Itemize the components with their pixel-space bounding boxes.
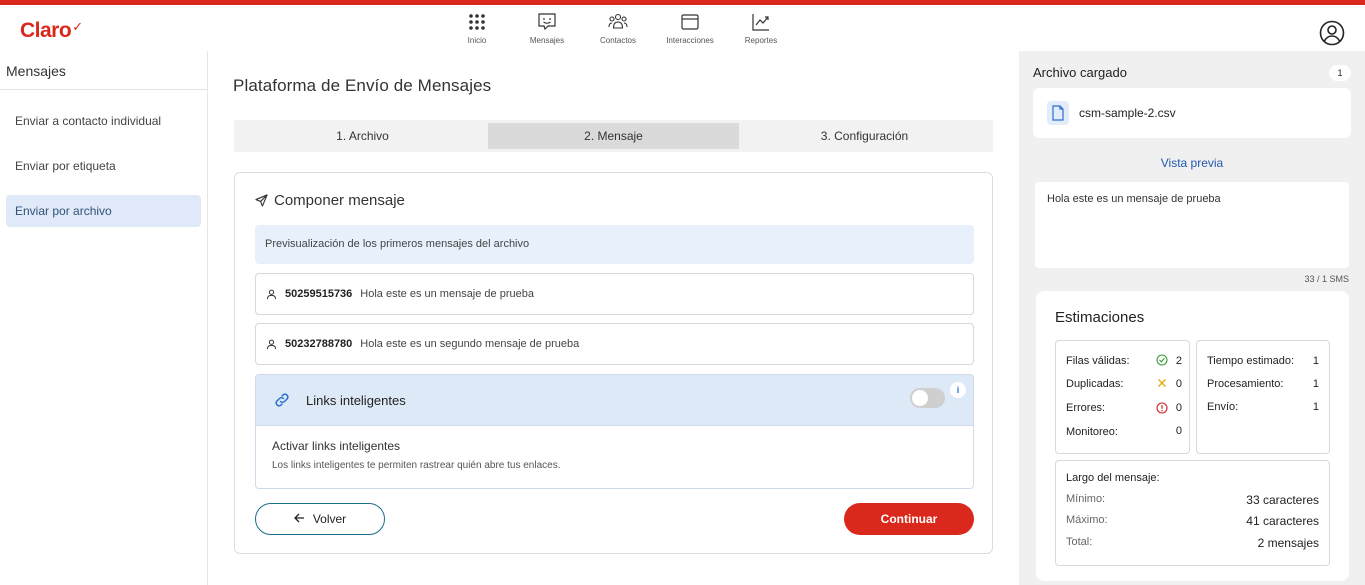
user-avatar-icon[interactable] [1319, 20, 1345, 46]
back-button[interactable]: Volver [255, 503, 385, 535]
link-icon [275, 393, 289, 407]
length-value: 41 caracteres [1246, 514, 1319, 528]
back-button-label: Volver [312, 512, 347, 526]
chart-icon [750, 11, 772, 33]
sidebar-item-etiqueta[interactable]: Enviar por etiqueta [6, 150, 201, 182]
compose-title-text: Componer mensaje [274, 192, 405, 209]
nav-reportes[interactable]: Reportes [742, 11, 780, 45]
continue-button[interactable]: Continuar [844, 503, 974, 535]
info-icon[interactable]: i [950, 382, 966, 398]
time-label: Tiempo estimado: [1207, 355, 1295, 367]
nav-label: Reportes [744, 36, 778, 45]
stat-value: 0 [1175, 425, 1182, 437]
time-value: 1 [1312, 355, 1319, 367]
file-count-badge: 1 [1329, 65, 1351, 81]
compose-card: Componer mensaje Previsualización de los… [234, 172, 993, 554]
smart-links-activate-label: Activar links inteligentes [272, 439, 401, 453]
length-row: Máximo: 41 caracteres [1066, 514, 1319, 528]
sidebar-item-archivo[interactable]: Enviar por archivo [6, 195, 201, 227]
stat-label: Duplicadas: [1066, 378, 1124, 390]
estimations-title: Estimaciones [1055, 309, 1145, 326]
stat-value: 2 [1175, 355, 1182, 367]
message-text: Hola este es un mensaje de prueba [360, 288, 534, 300]
stepper: 1. Archivo 2. Mensaje 3. Configuración [234, 120, 993, 152]
smart-links-toggle[interactable] [910, 388, 945, 408]
rows-stats-box: Filas válidas: 2 Duplicadas: 0 Errores: … [1055, 340, 1190, 454]
step-mensaje[interactable]: 2. Mensaje [488, 123, 739, 149]
time-label: Procesamiento: [1207, 378, 1284, 390]
arrow-left-icon [293, 512, 305, 526]
stat-label: Errores: [1066, 402, 1106, 414]
compose-title: Componer mensaje [255, 192, 405, 209]
nav-label: Contactos [599, 36, 637, 45]
nav-inicio[interactable]: Inicio [458, 11, 496, 45]
length-label: Máximo: [1066, 514, 1108, 526]
send-icon [255, 194, 268, 207]
sidebar-item-contacto-individual[interactable]: Enviar a contacto individual [6, 105, 201, 137]
right-panel: Archivo cargado 1 csm-sample-2.csv Vista… [1019, 51, 1365, 585]
sms-counter: 33 / 1 SMS [1304, 274, 1349, 284]
time-label: Envío: [1207, 401, 1239, 413]
length-row: Total: 2 mensajes [1066, 536, 1319, 550]
grid-icon [466, 11, 488, 33]
sidebar: Mensajes Enviar a contacto individual En… [0, 51, 208, 585]
sidebar-divider [0, 89, 208, 90]
contacts-icon [607, 11, 629, 33]
step-configuracion[interactable]: 3. Configuración [739, 123, 990, 149]
message-number: 50232788780 [285, 338, 353, 350]
length-value: 33 caracteres [1246, 493, 1319, 507]
uploaded-file-title: Archivo cargado [1033, 65, 1127, 80]
sidebar-title: Mensajes [6, 63, 66, 79]
estimations-card: Estimaciones Filas válidas: 2 Duplicadas… [1036, 291, 1349, 581]
message-icon [536, 11, 558, 33]
nav-label: Mensajes [529, 36, 565, 45]
smart-links-header: Links inteligentes i [256, 375, 973, 426]
page-title: Plataforma de Envío de Mensajes [233, 76, 492, 95]
nav-label: Interacciones [666, 36, 714, 45]
message-preview-box: Hola este es un mensaje de prueba [1035, 182, 1349, 268]
main-nav: Inicio Mensajes Contactos Interacciones … [458, 11, 780, 45]
preview-link[interactable]: Vista previa [1019, 156, 1365, 170]
toggle-knob [912, 390, 928, 406]
person-icon [266, 289, 277, 299]
message-preview-row: 50259515736 Hola este es un mensaje de p… [255, 273, 974, 315]
preview-info-banner: Previsualización de los primeros mensaje… [255, 225, 974, 264]
message-text: Hola este es un segundo mensaje de prueb… [360, 338, 580, 350]
nav-mensajes[interactable]: Mensajes [528, 11, 566, 45]
message-number: 50259515736 [285, 288, 353, 300]
smart-links-description: Los links inteligentes te permiten rastr… [272, 460, 561, 471]
length-label: Mínimo: [1066, 493, 1106, 505]
step-archivo[interactable]: 1. Archivo [237, 123, 488, 149]
file-name: csm-sample-2.csv [1079, 106, 1176, 120]
message-length-title: Largo del mensaje: [1066, 472, 1160, 484]
window-icon [679, 11, 701, 33]
file-icon [1047, 101, 1069, 125]
stat-label: Filas válidas: [1066, 355, 1130, 367]
uploaded-file-card[interactable]: csm-sample-2.csv [1033, 88, 1351, 138]
nav-contactos[interactable]: Contactos [598, 11, 638, 45]
stat-label: Monitoreo: [1066, 426, 1118, 438]
length-value: 2 mensajes [1257, 536, 1319, 550]
time-value: 1 [1312, 378, 1319, 390]
smart-links-body: Activar links inteligentes Los links int… [256, 426, 973, 484]
nav-label: Inicio [467, 36, 487, 45]
person-icon [266, 339, 277, 349]
message-length-box: Largo del mensaje: Mínimo: 33 caracteres… [1055, 460, 1330, 566]
claro-logo[interactable]: Claro✓ [20, 19, 83, 43]
smart-links-title: Links inteligentes [306, 392, 406, 408]
time-stats-box: Tiempo estimado: 1 Procesamiento: 1 Enví… [1196, 340, 1330, 454]
length-label: Total: [1066, 536, 1093, 548]
time-value: 1 [1312, 401, 1319, 413]
stat-value: 0 [1175, 378, 1182, 390]
message-preview-row: 50232788780 Hola este es un segundo mens… [255, 323, 974, 365]
nav-interacciones[interactable]: Interacciones [664, 11, 716, 45]
stat-value: 0 [1175, 402, 1182, 414]
length-row: Mínimo: 33 caracteres [1066, 493, 1319, 507]
smart-links-panel: Links inteligentes i Activar links intel… [255, 374, 974, 489]
app-header: Claro✓ Inicio Mensajes Contactos Interac… [0, 5, 1365, 51]
